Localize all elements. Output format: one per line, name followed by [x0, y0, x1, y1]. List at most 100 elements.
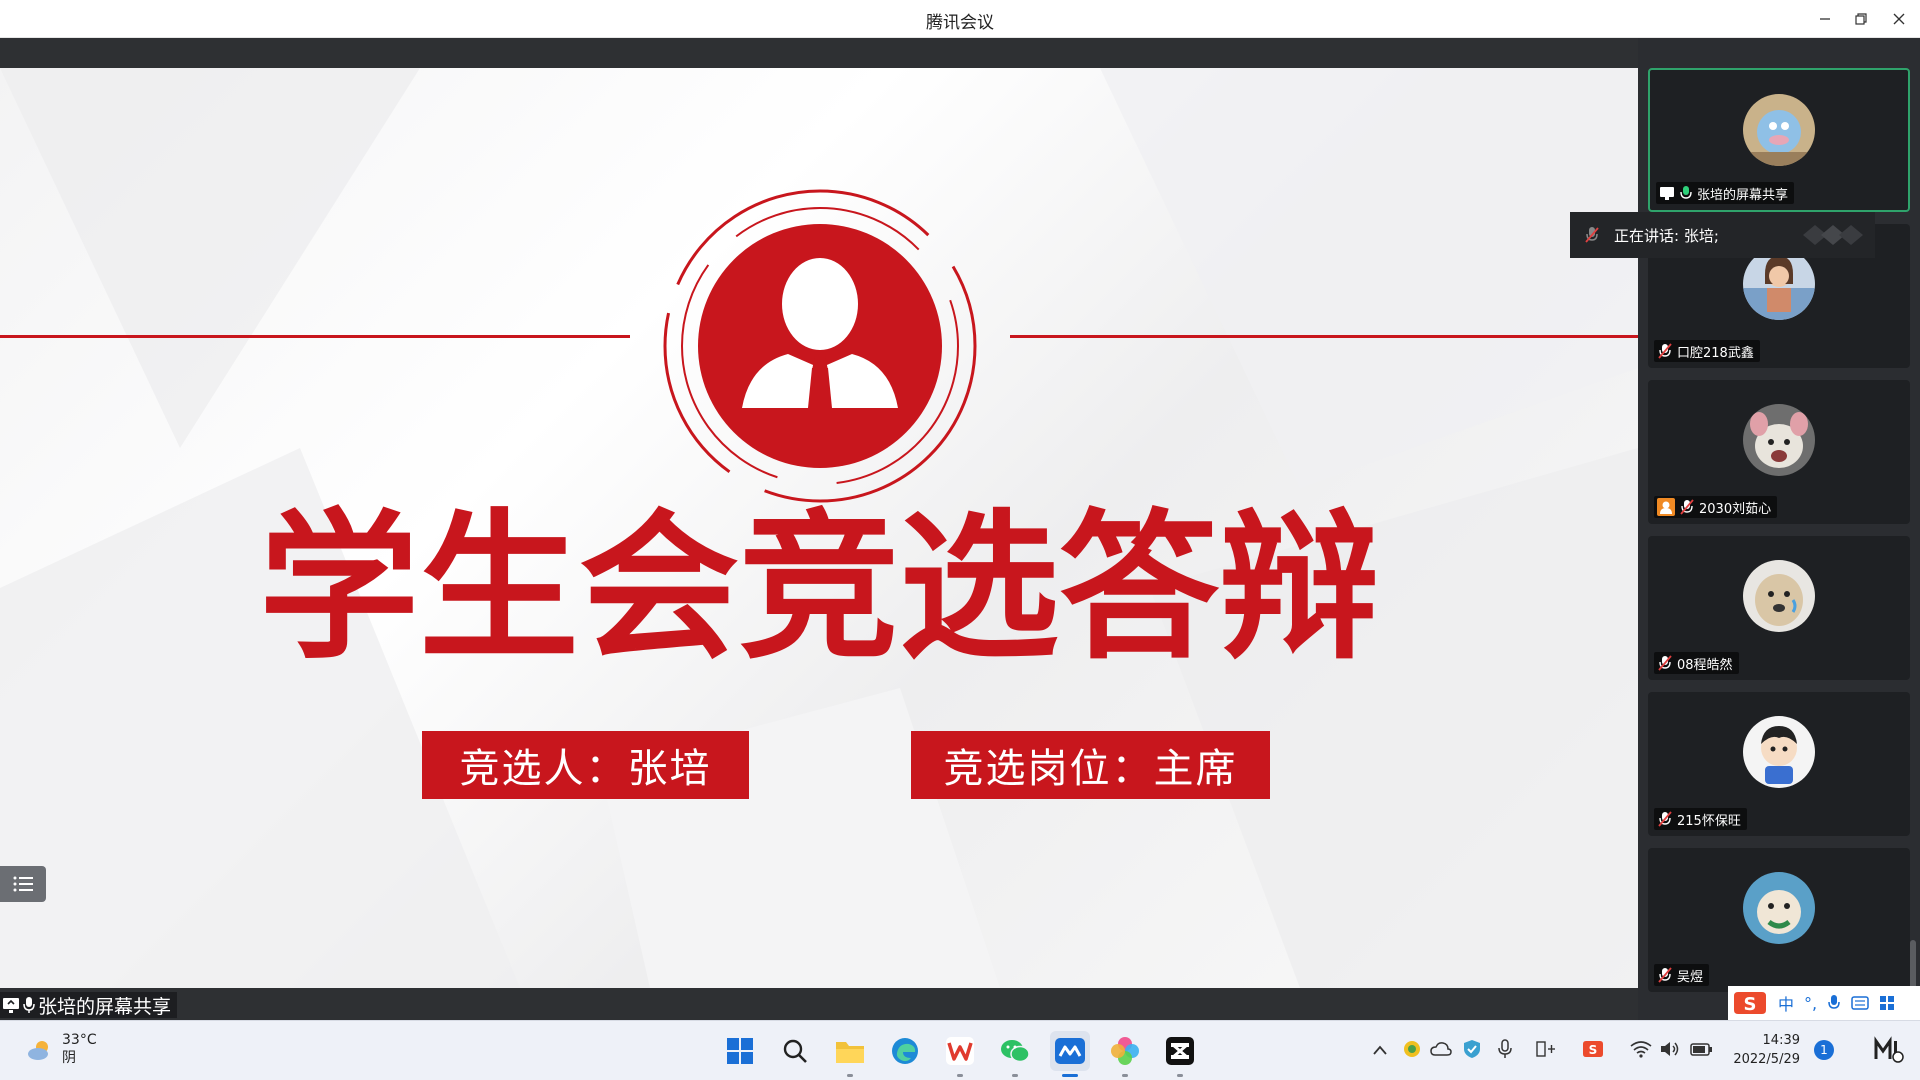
weather-description: 阴 — [62, 1050, 76, 1066]
window-titlebar: 腾讯会议 — [0, 0, 1920, 38]
avatar — [1743, 872, 1815, 944]
participant-tile[interactable]: 张培的屏幕共享 — [1648, 68, 1910, 212]
edge-icon — [892, 1038, 918, 1064]
share-label-text: 张培的屏幕共享 — [38, 995, 172, 1018]
participant-tile[interactable]: 2030刘茹心 — [1648, 380, 1910, 524]
close-icon — [1893, 13, 1905, 25]
weather-widget[interactable]: 33°C 阴 — [26, 1031, 97, 1067]
tencent-meeting-icon — [1055, 1038, 1085, 1064]
list-icon — [13, 876, 33, 892]
search-button[interactable] — [775, 1031, 815, 1071]
participant-tile[interactable]: 215怀保旺 — [1648, 692, 1910, 836]
decorative-line-left — [0, 335, 630, 338]
security-shield-icon[interactable] — [1462, 1039, 1482, 1059]
wps-office-button[interactable] — [940, 1031, 980, 1077]
ime-mic-icon[interactable] — [1827, 994, 1841, 1012]
screen-share-icon — [1660, 187, 1674, 200]
weather-temperature: 33°C — [62, 1032, 97, 1048]
onedrive-cloud-icon[interactable] — [1430, 1041, 1452, 1057]
volume-icon[interactable] — [1660, 1040, 1680, 1058]
ime-lang-indicator[interactable]: 中 — [1778, 991, 1794, 1015]
restore-button[interactable] — [1846, 6, 1876, 32]
position-label: 竞选岗位：主席 — [911, 731, 1270, 799]
system-clock[interactable]: 14:39 2022/5/29 — [1726, 1031, 1800, 1069]
share-status-bar: 张培的屏幕共享 — [0, 988, 1638, 1020]
host-badge-icon — [1657, 498, 1675, 516]
participant-name-tag: 吴煜 — [1654, 964, 1710, 986]
search-icon — [783, 1039, 807, 1063]
restore-icon — [1855, 13, 1867, 25]
minimize-button[interactable] — [1810, 6, 1840, 32]
svg-text:S: S — [1589, 1043, 1598, 1057]
microphone-in-use-icon[interactable] — [1498, 1039, 1512, 1059]
close-button[interactable] — [1884, 6, 1914, 32]
ime-toolbar[interactable]: S 中 °, — [1728, 986, 1920, 1020]
participant-name-tag: 08程皓然 — [1654, 652, 1739, 674]
capcut-button[interactable] — [1160, 1031, 1200, 1077]
clock-date: 2022/5/29 — [1733, 1052, 1800, 1067]
clock-time: 14:39 — [1762, 1033, 1800, 1048]
mic-muted-icon — [1658, 655, 1672, 671]
cloudy-weather-icon — [28, 1041, 48, 1060]
mic-muted-icon — [1585, 227, 1599, 243]
avatar — [1743, 248, 1815, 320]
mic-muted-icon — [1680, 499, 1694, 515]
sogou-tray-icon[interactable]: S — [1582, 1038, 1604, 1060]
speaking-indicator: 正在讲话: 张培; — [1570, 212, 1875, 258]
window-title: 腾讯会议 — [926, 13, 994, 33]
windows-taskbar: 33°C 阴 S 14:39 2022/5/29 1 — [0, 1020, 1920, 1080]
grid-icon[interactable] — [1879, 995, 1895, 1011]
battery-charging-icon[interactable] — [1690, 1040, 1714, 1058]
notification-badge[interactable]: 1 — [1814, 1040, 1834, 1060]
avatar — [1743, 716, 1815, 788]
notification-center-icon[interactable] — [1874, 1035, 1904, 1063]
wps-icon — [946, 1037, 974, 1065]
capcut-icon — [1166, 1037, 1194, 1065]
sogou-ime-icon: S — [1734, 992, 1766, 1015]
shared-screen-area: 学生会竞选答辩 竞选人：张培 竞选岗位：主席 张培的屏幕共享 — [0, 38, 1638, 1020]
mic-muted-icon — [1658, 811, 1672, 827]
mic-on-icon — [1680, 186, 1692, 199]
windows-logo-icon — [727, 1038, 753, 1064]
slide-title: 学生会竞选答辩 — [258, 494, 1379, 681]
tencent-meeting-button[interactable] — [1050, 1031, 1090, 1077]
tray-app-icon[interactable] — [1402, 1039, 1422, 1059]
mic-muted-icon — [1658, 343, 1672, 359]
screen-share-icon — [3, 998, 19, 1013]
presentation-slide: 学生会竞选答辩 竞选人：张培 竞选岗位：主席 — [0, 68, 1638, 988]
file-explorer-button[interactable] — [830, 1031, 870, 1077]
candidate-label: 竞选人：张培 — [422, 731, 749, 799]
photos-app-button[interactable] — [1105, 1031, 1145, 1077]
mic-icon — [23, 997, 35, 1013]
decorative-line-right — [1010, 335, 1638, 338]
wifi-icon[interactable] — [1630, 1040, 1652, 1058]
edge-browser-button[interactable] — [885, 1031, 925, 1071]
svg-text:S: S — [1744, 994, 1757, 1015]
participant-tile[interactable]: 08程皓然 — [1648, 536, 1910, 680]
participant-name-tag: 215怀保旺 — [1654, 808, 1747, 830]
speaking-text: 正在讲话: 张培; — [1614, 226, 1719, 245]
avatar — [1743, 404, 1815, 476]
avatar — [1743, 560, 1815, 632]
wechat-icon — [1001, 1040, 1030, 1063]
speaking-wave-icon — [1803, 225, 1863, 245]
wechat-button[interactable] — [995, 1031, 1035, 1077]
show-hidden-icons-chevron-up-icon[interactable] — [1372, 1043, 1388, 1057]
participant-name-tag: 2030刘茹心 — [1654, 496, 1778, 518]
ime-punct-indicator[interactable]: °, — [1804, 994, 1817, 1013]
participant-name-tag: 口腔218武鑫 — [1654, 340, 1760, 362]
person-emblem-icon — [663, 189, 977, 503]
participant-sidebar: 张培的屏幕共享 口腔218武鑫 2030刘茹心 08程皓然 215怀保旺 吴煜 — [1638, 38, 1920, 1020]
slide-list-button[interactable] — [0, 866, 46, 902]
folder-icon — [836, 1042, 864, 1063]
avatar — [1743, 94, 1815, 166]
participant-tile[interactable]: 吴煜 — [1648, 848, 1910, 992]
start-button[interactable] — [720, 1031, 760, 1071]
keyboard-icon[interactable] — [1851, 996, 1869, 1010]
ime-mode-icon[interactable] — [1536, 1040, 1556, 1058]
participant-name-tag: 张培的屏幕共享 — [1656, 182, 1795, 204]
colorful-flower-icon — [1111, 1037, 1139, 1065]
minimize-icon — [1820, 18, 1830, 20]
share-label: 张培的屏幕共享 — [0, 992, 178, 1018]
mic-muted-icon — [1658, 967, 1672, 983]
